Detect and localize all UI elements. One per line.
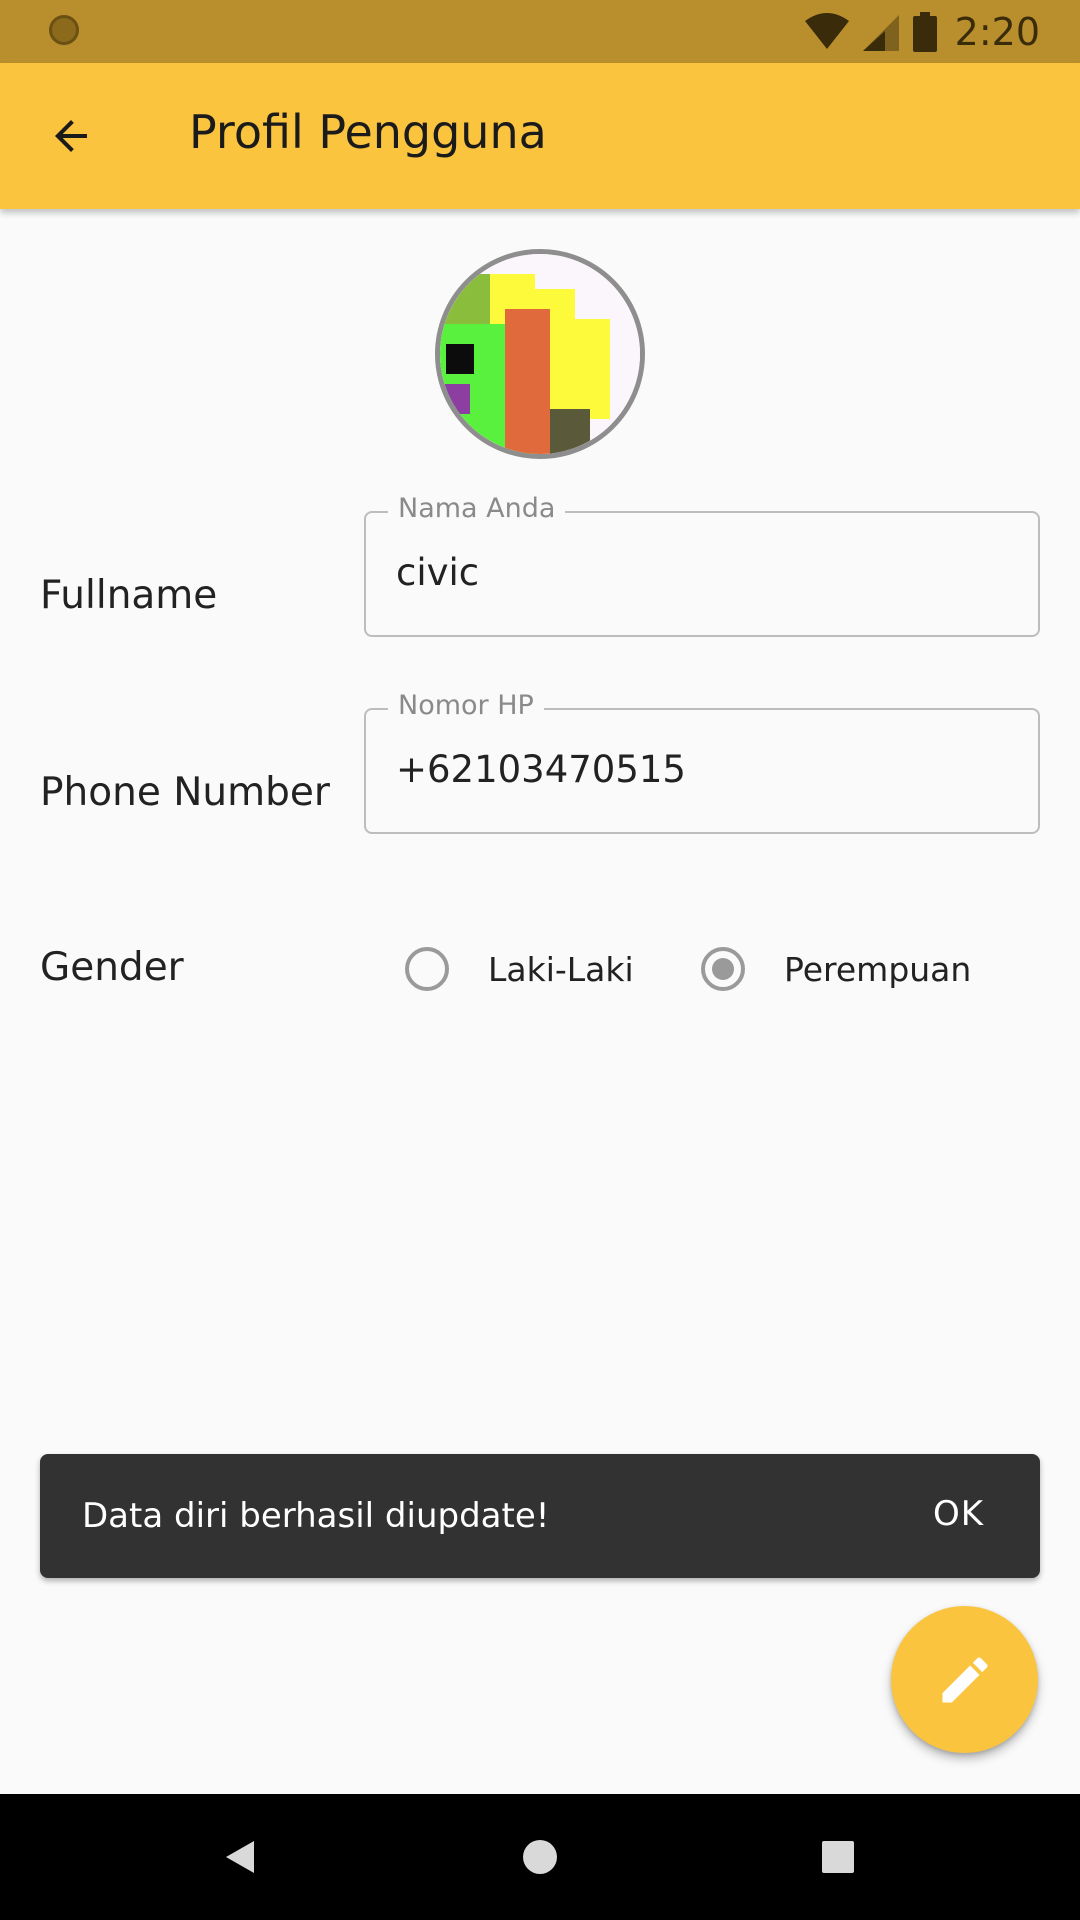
pencil-icon (942, 1656, 988, 1702)
radio-label-perempuan: Perempuan (784, 949, 972, 989)
status-time: 2:20 (954, 9, 1040, 54)
back-button[interactable] (38, 103, 104, 169)
phone-number-field-label: Nomor HP (388, 690, 544, 721)
radio-label-laki-laki: Laki-Laki (488, 949, 634, 989)
navigation-bar (0, 1794, 1080, 1920)
fullname-field[interactable]: Nama Anda (364, 493, 1040, 637)
back-triangle-icon (226, 1841, 254, 1873)
phone-number-label: Phone Number (40, 770, 330, 815)
fullname-label: Fullname (40, 573, 218, 618)
nav-home-button[interactable] (505, 1822, 575, 1892)
status-icons: 2:20 (804, 0, 1040, 63)
recents-square-icon (822, 1841, 854, 1873)
gender-option-perempuan[interactable]: Perempuan (701, 941, 971, 997)
page-title: Profil Pengguna (189, 105, 547, 159)
snackbar: Data diri berhasil diupdate! OK (40, 1454, 1040, 1578)
phone-number-field[interactable]: Nomor HP (364, 690, 1040, 834)
snackbar-message: Data diri berhasil diupdate! (82, 1496, 550, 1536)
home-circle-icon (523, 1840, 557, 1874)
radio-selected-dot (712, 958, 734, 980)
gender-option-laki-laki[interactable]: Laki-Laki (405, 941, 634, 997)
signal-icon (862, 14, 899, 51)
nav-back-button[interactable] (205, 1822, 275, 1892)
snackbar-ok-button[interactable]: OK (933, 1494, 984, 1534)
gender-label: Gender (40, 945, 184, 990)
radio-selected[interactable] (701, 947, 745, 991)
fullname-input[interactable] (396, 551, 996, 594)
edit-fab-button[interactable] (891, 1606, 1038, 1753)
fullname-field-label: Nama Anda (388, 493, 566, 524)
nav-recents-button[interactable] (803, 1822, 873, 1892)
app-bar: Profil Pengguna (0, 63, 1080, 209)
status-bar: 2:20 (0, 0, 1080, 63)
arrow-back-icon (55, 120, 87, 152)
avatar-image (440, 254, 640, 454)
wifi-icon (804, 12, 849, 49)
notification-circle-icon (49, 15, 79, 45)
avatar[interactable] (435, 249, 645, 459)
phone-number-input[interactable] (396, 748, 996, 791)
radio-unselected[interactable] (405, 947, 449, 991)
battery-icon (912, 11, 937, 52)
